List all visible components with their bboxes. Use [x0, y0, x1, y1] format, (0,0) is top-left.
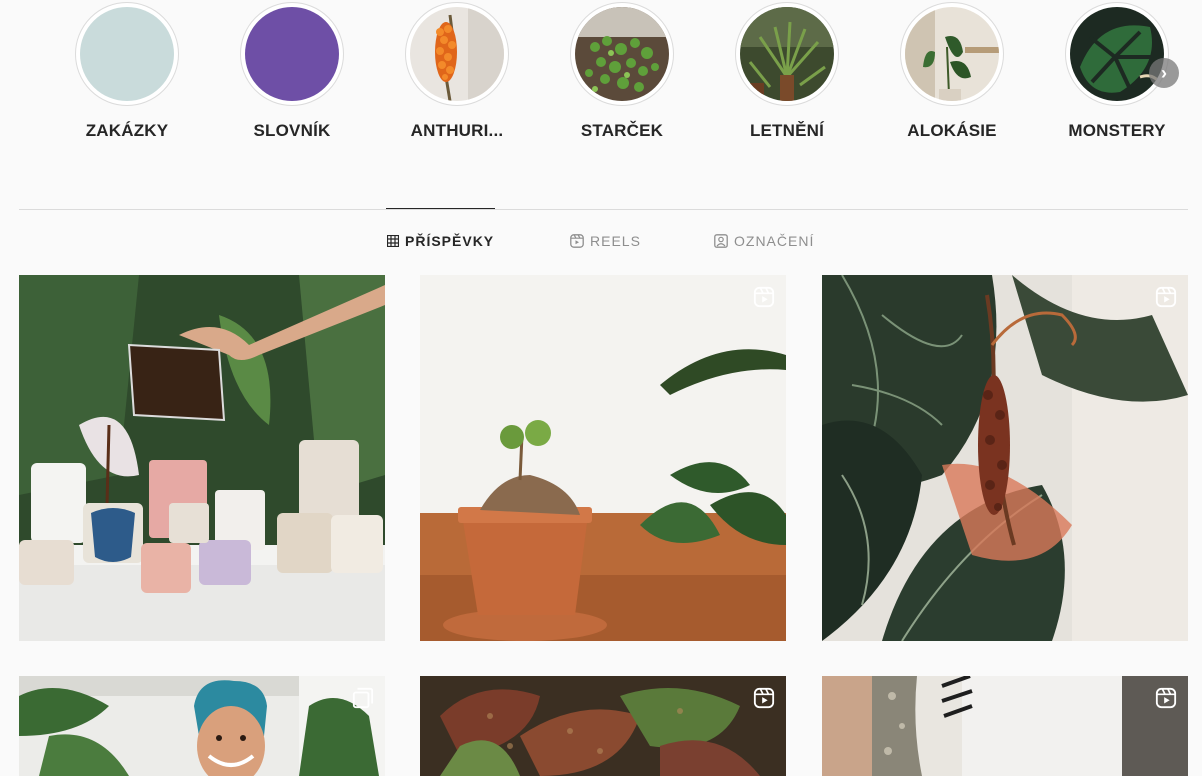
- post-tile[interactable]: [822, 275, 1188, 641]
- post-tile[interactable]: [19, 275, 385, 641]
- tab-posts[interactable]: PŘÍSPĚVKY: [387, 233, 494, 249]
- reel-badge-icon: [1155, 687, 1177, 709]
- post-tile[interactable]: [19, 676, 385, 776]
- post-image: [822, 676, 1188, 776]
- highlight-zakazky[interactable]: ZAKÁZKY: [57, 0, 197, 140]
- tab-label: OZNAČENÍ: [734, 233, 815, 249]
- tab-label: REELS: [590, 233, 641, 249]
- highlight-label: LETNĚNÍ: [749, 121, 825, 140]
- highlight-cover-ring: [240, 2, 344, 106]
- highlight-alokasie[interactable]: ALOKÁSIE: [882, 0, 1022, 140]
- reels-icon: [570, 234, 584, 248]
- highlight-cover: [1070, 7, 1164, 101]
- profile-tabs: PŘÍSPĚVKY REELS OZNAČENÍ: [0, 233, 1202, 253]
- post-tile[interactable]: [420, 676, 786, 776]
- chevron-right-icon: ›: [1161, 63, 1167, 83]
- tab-tagged[interactable]: OZNAČENÍ: [714, 233, 814, 249]
- highlight-label: SLOVNÍK: [253, 121, 331, 140]
- highlight-monstery[interactable]: MONSTERY: [1047, 0, 1187, 140]
- reel-badge-icon: [753, 687, 775, 709]
- highlight-slovnik[interactable]: SLOVNÍK: [222, 0, 362, 140]
- highlight-starcek[interactable]: STARČEK: [552, 0, 692, 140]
- highlight-cover-ring: [405, 2, 509, 106]
- grid-icon: [387, 235, 399, 247]
- reel-badge-icon: [1155, 286, 1177, 308]
- highlights-next-button[interactable]: ›: [1149, 58, 1179, 88]
- tab-reels[interactable]: REELS: [570, 233, 641, 249]
- highlight-cover: [410, 7, 504, 101]
- post-image: [420, 275, 786, 641]
- active-tab-indicator: [386, 208, 495, 209]
- post-image: [19, 275, 385, 641]
- highlight-label: STARČEK: [580, 121, 664, 140]
- carousel-badge-icon: [352, 687, 374, 709]
- highlight-letneni[interactable]: LETNĚNÍ: [717, 0, 857, 140]
- post-image: [19, 676, 385, 776]
- highlight-cover: [575, 7, 669, 101]
- tabs-divider: [19, 209, 1188, 210]
- tagged-icon: [714, 234, 728, 248]
- post-tile[interactable]: [822, 676, 1188, 776]
- story-highlights: ZAKÁZKY SLOVNÍK ANTHURI... STARČEK LETNĚ…: [0, 0, 1202, 160]
- highlight-cover: [740, 7, 834, 101]
- highlight-label: ZAKÁZKY: [85, 121, 169, 140]
- post-image: [822, 275, 1188, 641]
- highlight-anthurium[interactable]: ANTHURI...: [387, 0, 527, 140]
- post-image: [420, 676, 786, 776]
- highlight-cover-ring: [900, 2, 1004, 106]
- highlight-cover: [905, 7, 999, 101]
- highlight-label: ALOKÁSIE: [907, 121, 997, 140]
- highlight-cover-ring: [735, 2, 839, 106]
- post-tile[interactable]: [420, 275, 786, 641]
- tab-label: PŘÍSPĚVKY: [405, 233, 495, 249]
- highlight-label: MONSTERY: [1068, 121, 1166, 140]
- highlight-label: ANTHURI...: [410, 121, 504, 140]
- reel-badge-icon: [753, 286, 775, 308]
- highlight-cover-ring: [570, 2, 674, 106]
- highlight-cover: [80, 7, 174, 101]
- highlight-cover-ring: [1065, 2, 1169, 106]
- highlight-cover-ring: [75, 2, 179, 106]
- highlight-cover: [245, 7, 339, 101]
